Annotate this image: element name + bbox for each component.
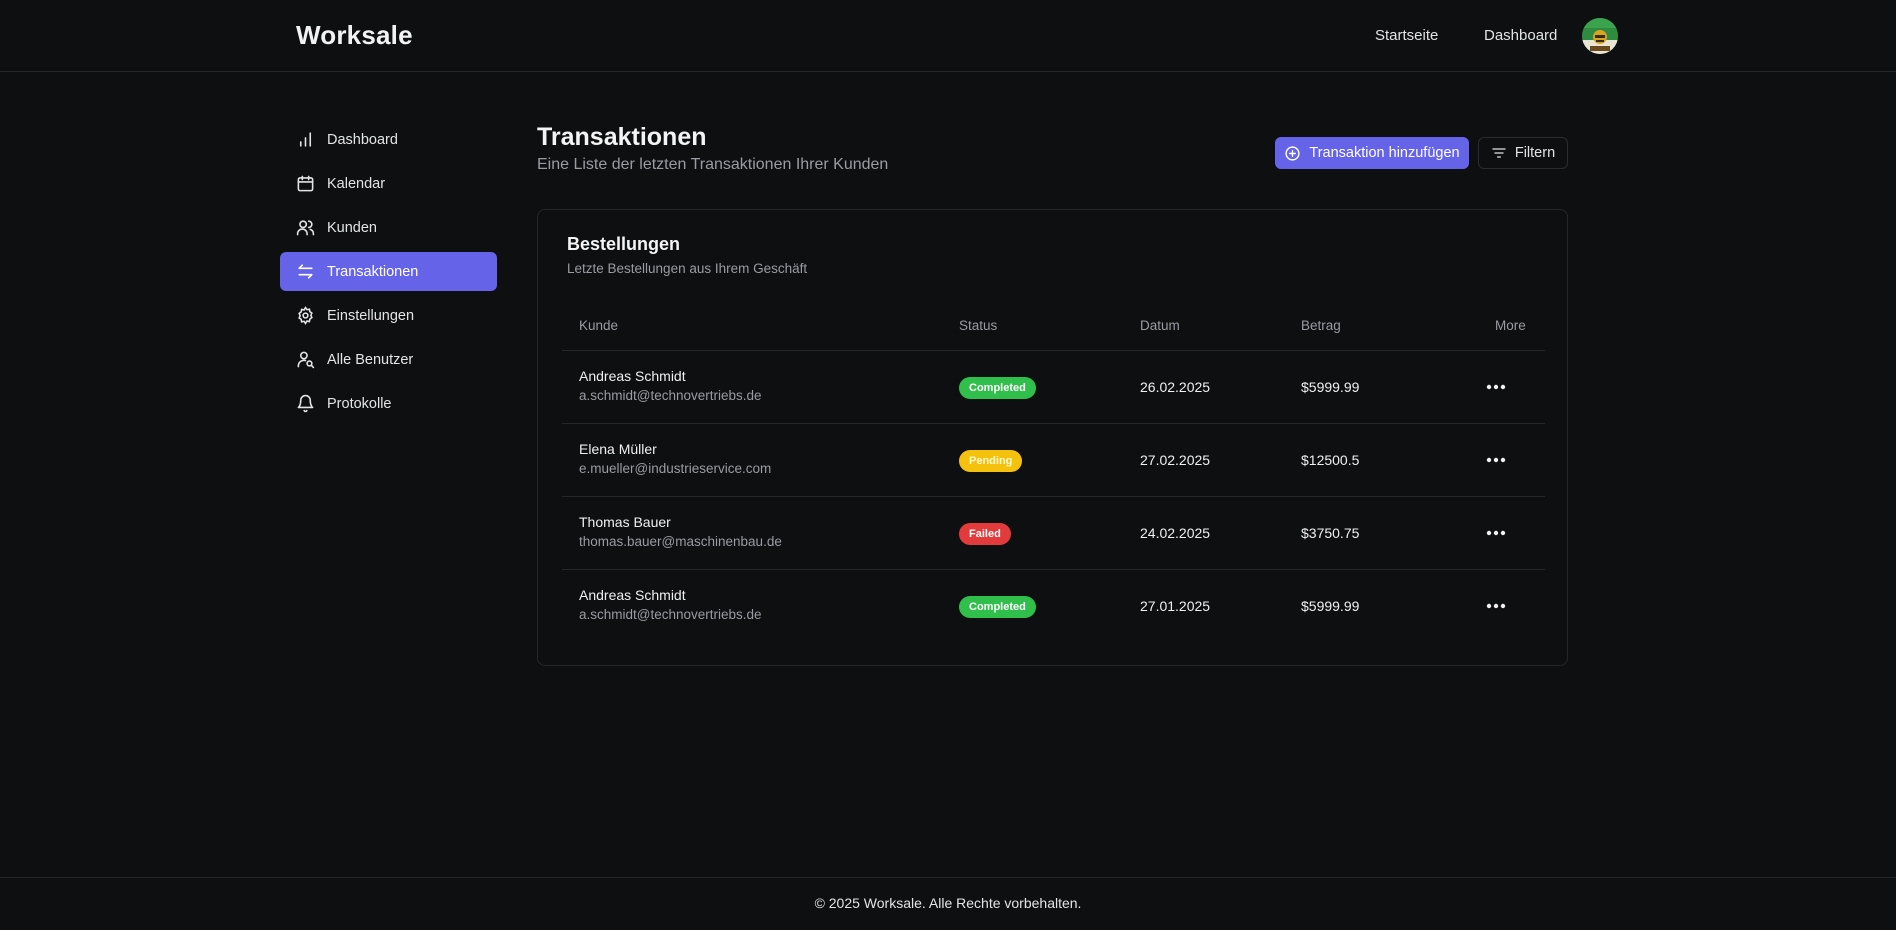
column-header-kunde: Kunde xyxy=(579,318,619,333)
more-options-icon[interactable] xyxy=(1484,377,1508,397)
sidebar-item-einstellungen[interactable]: Einstellungen xyxy=(280,296,497,335)
filter-label: Filtern xyxy=(1514,145,1556,161)
nav-startseite[interactable]: Startseite xyxy=(1375,27,1438,44)
table-row[interactable]: Andreas Schmidt a.schmidt@technovertrieb… xyxy=(562,350,1545,423)
customer-email: a.schmidt@technovertriebs.de xyxy=(579,388,762,403)
customer-name: Andreas Schmidt xyxy=(579,368,686,384)
table-row[interactable]: Andreas Schmidt a.schmidt@technovertrieb… xyxy=(562,569,1545,642)
customer-name: Elena Müller xyxy=(579,441,657,457)
order-date: 26.02.2025 xyxy=(1140,379,1211,395)
column-header-betrag: Betrag xyxy=(1301,318,1341,333)
status-badge: Completed xyxy=(959,377,1036,399)
customer-email: a.schmidt@technovertriebs.de xyxy=(579,607,762,622)
sidebar-item-label: Einstellungen xyxy=(327,307,415,324)
filter-icon xyxy=(1491,145,1507,161)
plus-circle-icon xyxy=(1284,145,1301,162)
order-amount: $5999.99 xyxy=(1301,598,1360,614)
sidebar-item-label: Protokolle xyxy=(327,395,392,412)
order-amount: $12500.5 xyxy=(1301,452,1360,468)
status-badge: Completed xyxy=(959,596,1036,618)
add-transaction-button[interactable]: Transaktion hinzufügen xyxy=(1275,137,1469,169)
calendar-icon xyxy=(296,174,315,193)
order-amount: $5999.99 xyxy=(1301,379,1360,395)
column-header-status: Status xyxy=(959,318,998,333)
customer-name: Andreas Schmidt xyxy=(579,587,686,603)
sidebar-item-dashboard[interactable]: Dashboard xyxy=(280,120,497,159)
bell-icon xyxy=(296,394,315,413)
brand-logo[interactable]: Worksale xyxy=(296,20,413,51)
status-badge: Pending xyxy=(959,450,1023,472)
table-row[interactable]: Thomas Bauer thomas.bauer@maschinenbau.d… xyxy=(562,496,1545,569)
sidebar-item-protokolle[interactable]: Protokolle xyxy=(280,384,497,423)
order-amount: $3750.75 xyxy=(1301,525,1360,541)
avatar[interactable] xyxy=(1582,18,1618,54)
sidebar-item-label: Transaktionen xyxy=(327,263,419,280)
page-subtitle: Eine Liste der letzten Transaktionen Ihr… xyxy=(537,156,889,173)
customer-email: e.mueller@industrieservice.com xyxy=(579,461,772,476)
sidebar-item-label: Dashboard xyxy=(327,131,398,148)
column-header-datum: Datum xyxy=(1140,318,1180,333)
more-options-icon[interactable] xyxy=(1484,523,1508,543)
bar-chart-icon xyxy=(296,130,315,149)
card-title: Bestellungen xyxy=(567,234,681,254)
sidebar-item-label: Kunden xyxy=(327,219,377,236)
arrows-left-right-icon xyxy=(296,262,315,281)
orders-card: Bestellungen Letzte Bestellungen aus Ihr… xyxy=(537,209,1568,666)
sidebar-item-alle-benutzer[interactable]: Alle Benutzer xyxy=(280,340,497,379)
sidebar-item-label: Kalendar xyxy=(327,175,386,192)
add-transaction-label: Transaktion hinzufügen xyxy=(1309,145,1460,161)
more-options-icon[interactable] xyxy=(1484,450,1508,470)
order-date: 24.02.2025 xyxy=(1140,525,1211,541)
more-options-icon[interactable] xyxy=(1484,596,1508,616)
customer-email: thomas.bauer@maschinenbau.de xyxy=(579,534,782,549)
sidebar: Dashboard Kalendar Kunden Transaktionen … xyxy=(280,120,497,428)
order-date: 27.02.2025 xyxy=(1140,452,1211,468)
gear-icon xyxy=(296,306,315,325)
footer-copyright: © 2025 Worksale. Alle Rechte vorbehalten… xyxy=(814,895,1082,911)
card-subtitle: Letzte Bestellungen aus Ihrem Geschäft xyxy=(567,261,808,276)
table-row[interactable]: Elena Müller e.mueller@industrieservice.… xyxy=(562,423,1545,496)
sidebar-item-transaktionen[interactable]: Transaktionen xyxy=(280,252,497,291)
top-navbar: Worksale Startseite Dashboard xyxy=(0,0,1896,72)
order-date: 27.01.2025 xyxy=(1140,598,1211,614)
column-header-more: More xyxy=(1495,318,1526,333)
customer-name: Thomas Bauer xyxy=(579,514,671,530)
sidebar-item-kunden[interactable]: Kunden xyxy=(280,208,497,247)
sidebar-item-label: Alle Benutzer xyxy=(327,351,414,368)
users-icon xyxy=(296,218,315,237)
sidebar-item-kalendar[interactable]: Kalendar xyxy=(280,164,497,203)
nav-dashboard[interactable]: Dashboard xyxy=(1484,27,1557,44)
page-title: Transaktionen xyxy=(537,123,707,151)
footer: © 2025 Worksale. Alle Rechte vorbehalten… xyxy=(0,877,1896,930)
user-search-icon xyxy=(296,350,315,369)
filter-button[interactable]: Filtern xyxy=(1478,137,1568,169)
status-badge: Failed xyxy=(959,523,1011,545)
